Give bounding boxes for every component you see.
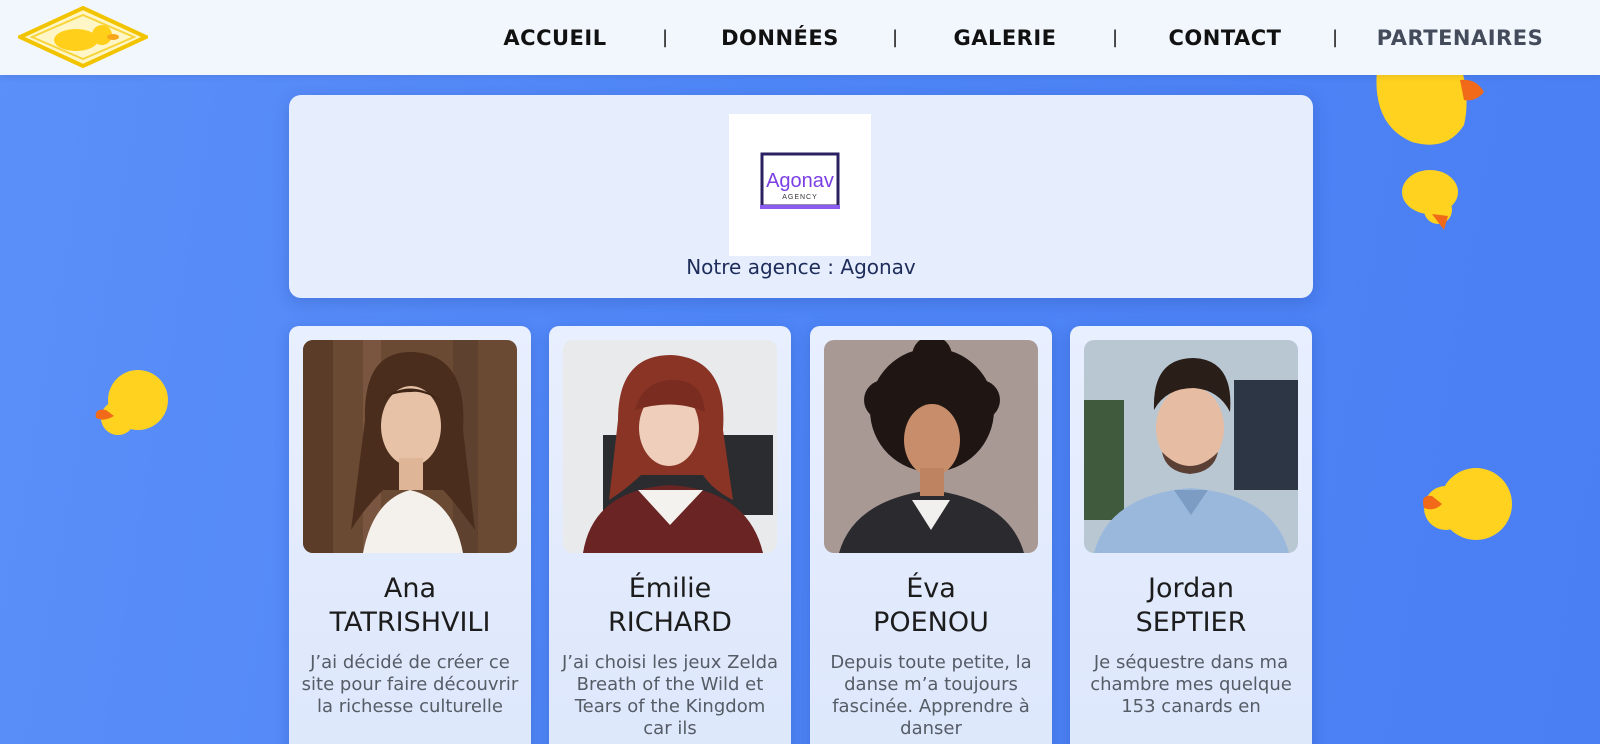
member-name: Éva POENOU	[873, 573, 989, 638]
member-name: Ana TATRISHVILI	[329, 573, 491, 638]
rubber-duck-icon	[1423, 468, 1512, 540]
member-description: Je séquestre dans ma chambre mes quelque…	[1090, 652, 1292, 717]
nav-link-partenaires[interactable]: PARTENAIRES	[1370, 26, 1550, 50]
nav-separator: |	[891, 27, 899, 48]
duck-diamond-logo-icon[interactable]	[15, 5, 151, 69]
member-description: J’ai choisi les jeux Zelda Breath of the…	[561, 652, 779, 739]
nav-link-galerie[interactable]: GALERIE	[930, 26, 1080, 50]
agency-card: Agonav AGENCY Notre agence : Agonav	[289, 95, 1313, 298]
member-photo	[303, 340, 517, 553]
member-card-emilie: Émilie RICHARD J’ai choisi les jeux Zeld…	[549, 326, 791, 744]
member-description: J’ai décidé de créer ce site pour faire …	[301, 652, 519, 717]
member-description: Depuis toute petite, la danse m’a toujou…	[830, 652, 1032, 739]
agency-caption: Notre agence : Agonav	[686, 255, 916, 279]
svg-text:AGENCY: AGENCY	[782, 194, 818, 201]
nav-link-accueil[interactable]: ACCUEIL	[480, 26, 630, 50]
nav-link-contact[interactable]: CONTACT	[1150, 26, 1300, 50]
nav-links: ACCUEIL | DONNÉES | GALERIE | CONTACT | …	[480, 0, 1580, 75]
member-name: Jordan SEPTIER	[1135, 573, 1247, 638]
nav-separator: |	[1331, 27, 1339, 48]
rubber-duck-icon	[1402, 170, 1458, 230]
nav-separator: |	[661, 27, 669, 48]
member-photo	[563, 340, 777, 553]
nav-link-donnees[interactable]: DONNÉES	[700, 26, 860, 50]
top-navigation-bar: ACCUEIL | DONNÉES | GALERIE | CONTACT | …	[0, 0, 1600, 75]
rubber-duck-icon	[1376, 70, 1484, 145]
member-name: Émilie RICHARD	[608, 573, 732, 638]
nav-separator: |	[1111, 27, 1119, 48]
member-card-eva: Éva POENOU Depuis toute petite, la danse…	[810, 326, 1052, 744]
member-card-jordan: Jordan SEPTIER Je séquestre dans ma cham…	[1070, 326, 1312, 744]
rubber-duck-icon	[95, 370, 168, 435]
member-card-ana: Ana TATRISHVILI J’ai décidé de créer ce …	[289, 326, 531, 744]
member-photo	[824, 340, 1038, 553]
svg-text:Agonav: Agonav	[766, 170, 834, 192]
member-photo	[1084, 340, 1298, 553]
agency-logo[interactable]: Agonav AGENCY	[729, 114, 871, 256]
